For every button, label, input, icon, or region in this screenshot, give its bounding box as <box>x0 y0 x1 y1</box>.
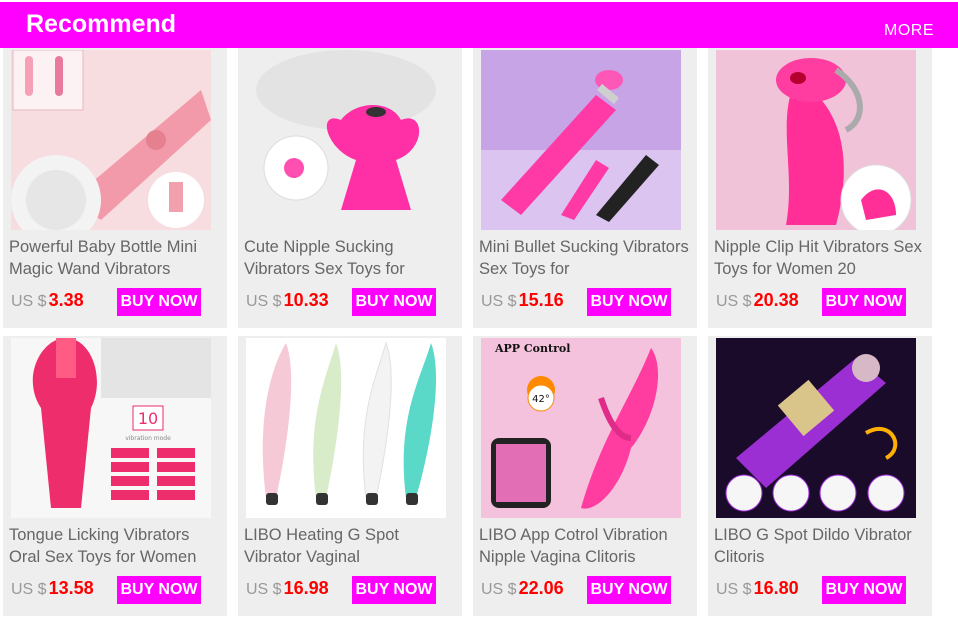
currency-label: US $ <box>11 293 47 310</box>
product-card[interactable]: Powerful Baby Bottle Mini Magic Wand Vib… <box>3 48 227 328</box>
price-amount: 22.06 <box>518 578 564 598</box>
app-control-label: APP Control <box>494 342 570 355</box>
currency-label: US $ <box>246 581 282 598</box>
product-card[interactable]: Mini Bullet Sucking Vibrators Sex Toys f… <box>473 48 697 328</box>
price-amount: 3.38 <box>48 290 84 310</box>
section-title: Recommend <box>26 10 177 38</box>
product-name[interactable]: Mini Bullet Sucking Vibrators Sex Toys f… <box>479 236 691 280</box>
tongue-vibrator-image[interactable]: 10 vibration mode <box>11 338 211 518</box>
product-card[interactable]: LIBO G Spot Dildo Vibrator Clitoris US $… <box>708 336 932 616</box>
product-name[interactable]: Powerful Baby Bottle Mini Magic Wand Vib… <box>9 236 221 280</box>
mode-caption: vibration mode <box>125 435 171 442</box>
price-amount: 16.98 <box>283 578 329 598</box>
currency-label: US $ <box>716 581 752 598</box>
product-name[interactable]: LIBO G Spot Dildo Vibrator Clitoris <box>714 524 926 568</box>
product-price: US $20.38 <box>716 290 799 311</box>
product-card[interactable]: Cute Nipple Sucking Vibrators Sex Toys f… <box>238 48 462 328</box>
buy-now-button[interactable]: BUY NOW <box>117 288 201 316</box>
product-price: US $10.33 <box>246 290 329 311</box>
product-card[interactable]: LIBO Heating G Spot Vibrator Vaginal US … <box>238 336 462 616</box>
currency-label: US $ <box>11 581 47 598</box>
product-name[interactable]: LIBO App Cotrol Vibration Nipple Vagina … <box>479 524 691 568</box>
product-price: US $3.38 <box>11 290 84 311</box>
buy-now-button[interactable]: BUY NOW <box>822 576 906 604</box>
product-name[interactable]: Tongue Licking Vibrators Oral Sex Toys f… <box>9 524 221 568</box>
more-link[interactable]: MORE <box>884 22 934 40</box>
price-amount: 20.38 <box>753 290 799 310</box>
wand-vibrator-image[interactable] <box>11 50 211 230</box>
app-control-vibrator-image[interactable]: APP Control 42° <box>481 338 681 518</box>
product-name[interactable]: LIBO Heating G Spot Vibrator Vaginal <box>244 524 456 568</box>
currency-label: US $ <box>481 581 517 598</box>
recommend-header: Recommend MORE <box>0 2 958 48</box>
buy-now-button[interactable]: BUY NOW <box>822 288 906 316</box>
buy-now-button[interactable]: BUY NOW <box>587 576 671 604</box>
product-price: US $22.06 <box>481 578 564 599</box>
currency-label: US $ <box>716 293 752 310</box>
currency-label: US $ <box>481 293 517 310</box>
buy-now-button[interactable]: BUY NOW <box>117 576 201 604</box>
product-price: US $13.58 <box>11 578 94 599</box>
product-price: US $16.80 <box>716 578 799 599</box>
product-price: US $15.16 <box>481 290 564 311</box>
price-amount: 10.33 <box>283 290 329 310</box>
clip-vibrator-image[interactable] <box>716 50 916 230</box>
buy-now-button[interactable]: BUY NOW <box>352 576 436 604</box>
product-card[interactable]: Nipple Clip Hit Vibrators Sex Toys for W… <box>708 48 932 328</box>
buy-now-button[interactable]: BUY NOW <box>587 288 671 316</box>
buy-now-button[interactable]: BUY NOW <box>352 288 436 316</box>
mode-count-label: 10 <box>138 409 158 428</box>
product-price: US $16.98 <box>246 578 329 599</box>
price-amount: 15.16 <box>518 290 564 310</box>
thrusting-dildo-image[interactable] <box>716 338 916 518</box>
price-amount: 13.58 <box>48 578 94 598</box>
product-name[interactable]: Cute Nipple Sucking Vibrators Sex Toys f… <box>244 236 456 280</box>
g-spot-vibrators-image[interactable] <box>246 338 446 518</box>
temperature-label: 42° <box>532 394 550 405</box>
product-card[interactable]: 10 vibration mode Tongue Licking Vibrato… <box>3 336 227 616</box>
price-amount: 16.80 <box>753 578 799 598</box>
nipple-sucker-image[interactable] <box>246 50 446 230</box>
product-name[interactable]: Nipple Clip Hit Vibrators Sex Toys for W… <box>714 236 926 280</box>
bullet-vibrator-image[interactable] <box>481 50 681 230</box>
product-card[interactable]: APP Control 42° LIBO App Cotrol Vibratio… <box>473 336 697 616</box>
currency-label: US $ <box>246 293 282 310</box>
